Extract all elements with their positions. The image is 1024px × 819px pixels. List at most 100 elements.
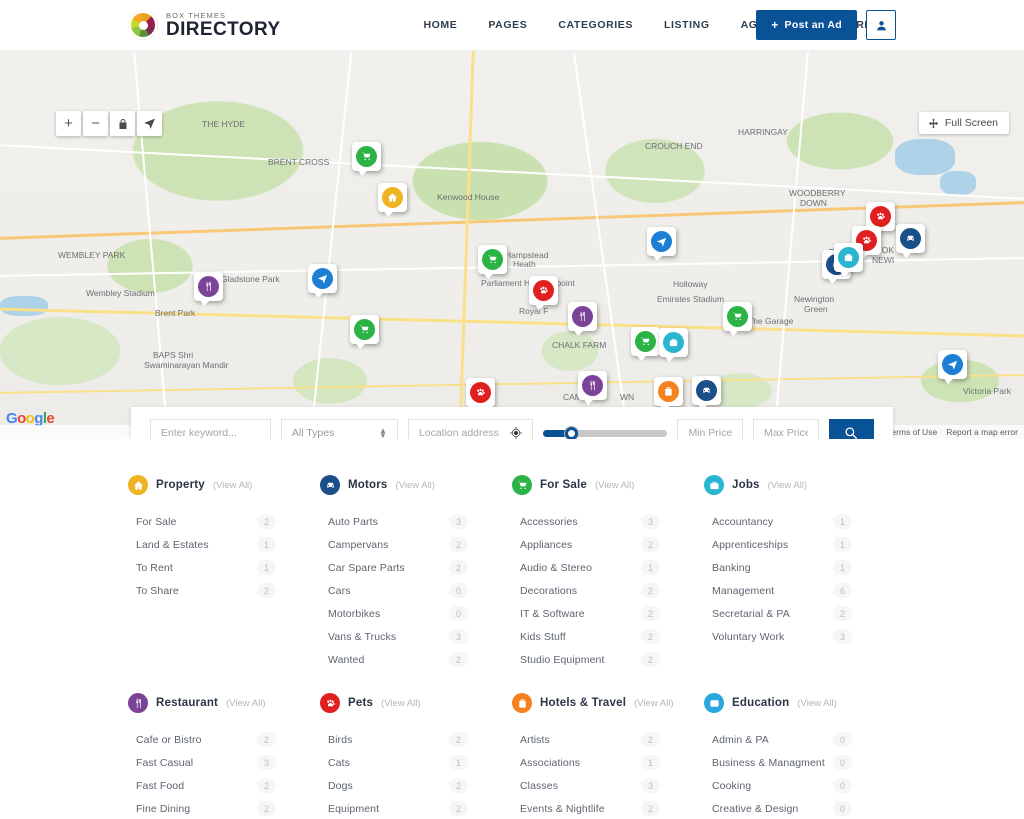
category-item[interactable]: Equipment 2 — [320, 797, 494, 819]
map-lock-button[interactable] — [110, 111, 135, 136]
min-price-field[interactable] — [677, 419, 743, 439]
category-view-all-link[interactable]: (View All) — [768, 480, 807, 491]
map-pin[interactable] — [631, 327, 660, 361]
map-pin[interactable] — [568, 302, 597, 336]
map-zoom-in-button[interactable]: + — [56, 111, 81, 136]
category-item[interactable]: Vans & Trucks 3 — [320, 625, 494, 648]
category-item[interactable]: Creative & Design 0 — [704, 797, 878, 819]
category-title[interactable]: Education — [732, 697, 789, 709]
nav-item-home[interactable]: HOME — [423, 19, 457, 31]
category-item[interactable]: To Share 2 — [128, 579, 302, 602]
min-price-input[interactable] — [688, 427, 732, 439]
map-pin[interactable] — [938, 350, 967, 384]
max-price-field[interactable] — [752, 419, 819, 439]
category-title[interactable]: Restaurant — [156, 697, 218, 709]
map-pin[interactable] — [194, 272, 223, 306]
nav-item-categories[interactable]: CATEGORIES — [558, 19, 633, 31]
category-item[interactable]: Events & Nightlife 2 — [512, 797, 686, 819]
category-item[interactable]: Business & Managment 0 — [704, 751, 878, 774]
category-view-all-link[interactable]: (View All) — [595, 480, 634, 491]
category-item[interactable]: Campervans 2 — [320, 533, 494, 556]
keyword-field[interactable] — [150, 419, 271, 439]
category-item[interactable]: Apprenticeships 1 — [704, 533, 878, 556]
nav-item-listing[interactable]: LISTING — [664, 19, 710, 31]
category-item[interactable]: Cafe or Bistro 2 — [128, 728, 302, 751]
nav-item-pages[interactable]: PAGES — [488, 19, 527, 31]
location-input[interactable] — [418, 427, 510, 439]
map-terms-link[interactable]: Terms of Use — [887, 427, 937, 437]
category-item[interactable]: For Sale 2 — [128, 510, 302, 533]
category-item[interactable]: Associations 1 — [512, 751, 686, 774]
post-an-ad-button[interactable]: + Post an Ad — [756, 10, 857, 40]
category-view-all-link[interactable]: (View All) — [213, 480, 252, 491]
max-price-input[interactable] — [763, 427, 808, 439]
map-pin[interactable] — [352, 142, 381, 176]
category-item[interactable]: Management 6 — [704, 579, 878, 602]
user-account-button[interactable] — [866, 10, 896, 40]
map-locate-button[interactable] — [137, 111, 162, 136]
category-item[interactable]: Dogs 2 — [320, 774, 494, 797]
map-pin[interactable] — [478, 245, 507, 279]
category-item[interactable]: Secretarial & PA 2 — [704, 602, 878, 625]
category-item[interactable]: Auto Parts 3 — [320, 510, 494, 533]
map-pin[interactable] — [659, 328, 688, 362]
map-pin[interactable] — [350, 315, 379, 349]
category-item[interactable]: Wanted 2 — [320, 648, 494, 671]
map-pin[interactable] — [647, 227, 676, 261]
category-item[interactable]: IT & Software 2 — [512, 602, 686, 625]
category-item[interactable]: Cars 0 — [320, 579, 494, 602]
category-item[interactable]: Fast Casual 3 — [128, 751, 302, 774]
full-screen-button[interactable]: Full Screen — [918, 112, 1009, 134]
category-item[interactable]: Car Spare Parts 2 — [320, 556, 494, 579]
category-view-all-link[interactable]: (View All) — [396, 480, 435, 491]
category-item[interactable]: Land & Estates 1 — [128, 533, 302, 556]
map-pin[interactable] — [654, 377, 683, 411]
category-item[interactable]: Accountancy 1 — [704, 510, 878, 533]
map-area[interactable]: THE HYDE BRENT CROSS Kenwood House CROUCH E… — [0, 51, 1024, 439]
map-pin[interactable] — [529, 276, 558, 310]
category-item[interactable]: Motorbikes 0 — [320, 602, 494, 625]
category-view-all-link[interactable]: (View All) — [634, 698, 673, 709]
search-button[interactable] — [828, 419, 874, 439]
slider-track[interactable] — [542, 426, 668, 439]
category-item[interactable]: Artists 2 — [512, 728, 686, 751]
category-item[interactable]: Studio Equipment 2 — [512, 648, 686, 671]
category-item[interactable]: Birds 2 — [320, 728, 494, 751]
map-pin[interactable] — [834, 243, 863, 277]
map-pin[interactable] — [692, 376, 721, 410]
category-item[interactable]: Accessories 3 — [512, 510, 686, 533]
category-item[interactable]: Cats 1 — [320, 751, 494, 774]
category-item[interactable]: Fine Dining 2 — [128, 797, 302, 819]
category-title[interactable]: Jobs — [732, 479, 760, 491]
price-range-slider[interactable] — [542, 419, 668, 439]
category-view-all-link[interactable]: (View All) — [797, 698, 836, 709]
category-item[interactable]: Fast Food 2 — [128, 774, 302, 797]
map-pin[interactable] — [308, 264, 337, 298]
category-title[interactable]: For Sale — [540, 479, 587, 491]
search-input[interactable] — [161, 427, 260, 439]
type-select[interactable]: All Types ▲ ▼ — [280, 419, 398, 439]
category-item[interactable]: Voluntary Work 3 — [704, 625, 878, 648]
map-pin[interactable] — [896, 224, 925, 258]
map-pin[interactable] — [378, 183, 407, 217]
map-report-link[interactable]: Report a map error — [946, 427, 1018, 437]
category-item[interactable]: Classes 3 — [512, 774, 686, 797]
category-title[interactable]: Property — [156, 479, 205, 491]
crosshair-icon[interactable] — [509, 427, 522, 439]
slider-handle[interactable] — [565, 426, 579, 439]
category-item[interactable]: Admin & PA 0 — [704, 728, 878, 751]
map-zoom-out-button[interactable]: − — [83, 111, 108, 136]
map-pin[interactable] — [578, 371, 607, 405]
category-view-all-link[interactable]: (View All) — [381, 698, 420, 709]
category-item[interactable]: Banking 1 — [704, 556, 878, 579]
category-title[interactable]: Pets — [348, 697, 373, 709]
category-item[interactable]: Decorations 2 — [512, 579, 686, 602]
category-view-all-link[interactable]: (View All) — [226, 698, 265, 709]
category-title[interactable]: Hotels & Travel — [540, 697, 626, 709]
map-pin[interactable] — [723, 302, 752, 336]
category-item[interactable]: Appliances 2 — [512, 533, 686, 556]
site-logo[interactable]: BOX THEMES DIRECTORY — [128, 10, 280, 40]
category-title[interactable]: Motors — [348, 479, 388, 491]
category-item[interactable]: Kids Stuff 2 — [512, 625, 686, 648]
category-item[interactable]: Cooking 0 — [704, 774, 878, 797]
